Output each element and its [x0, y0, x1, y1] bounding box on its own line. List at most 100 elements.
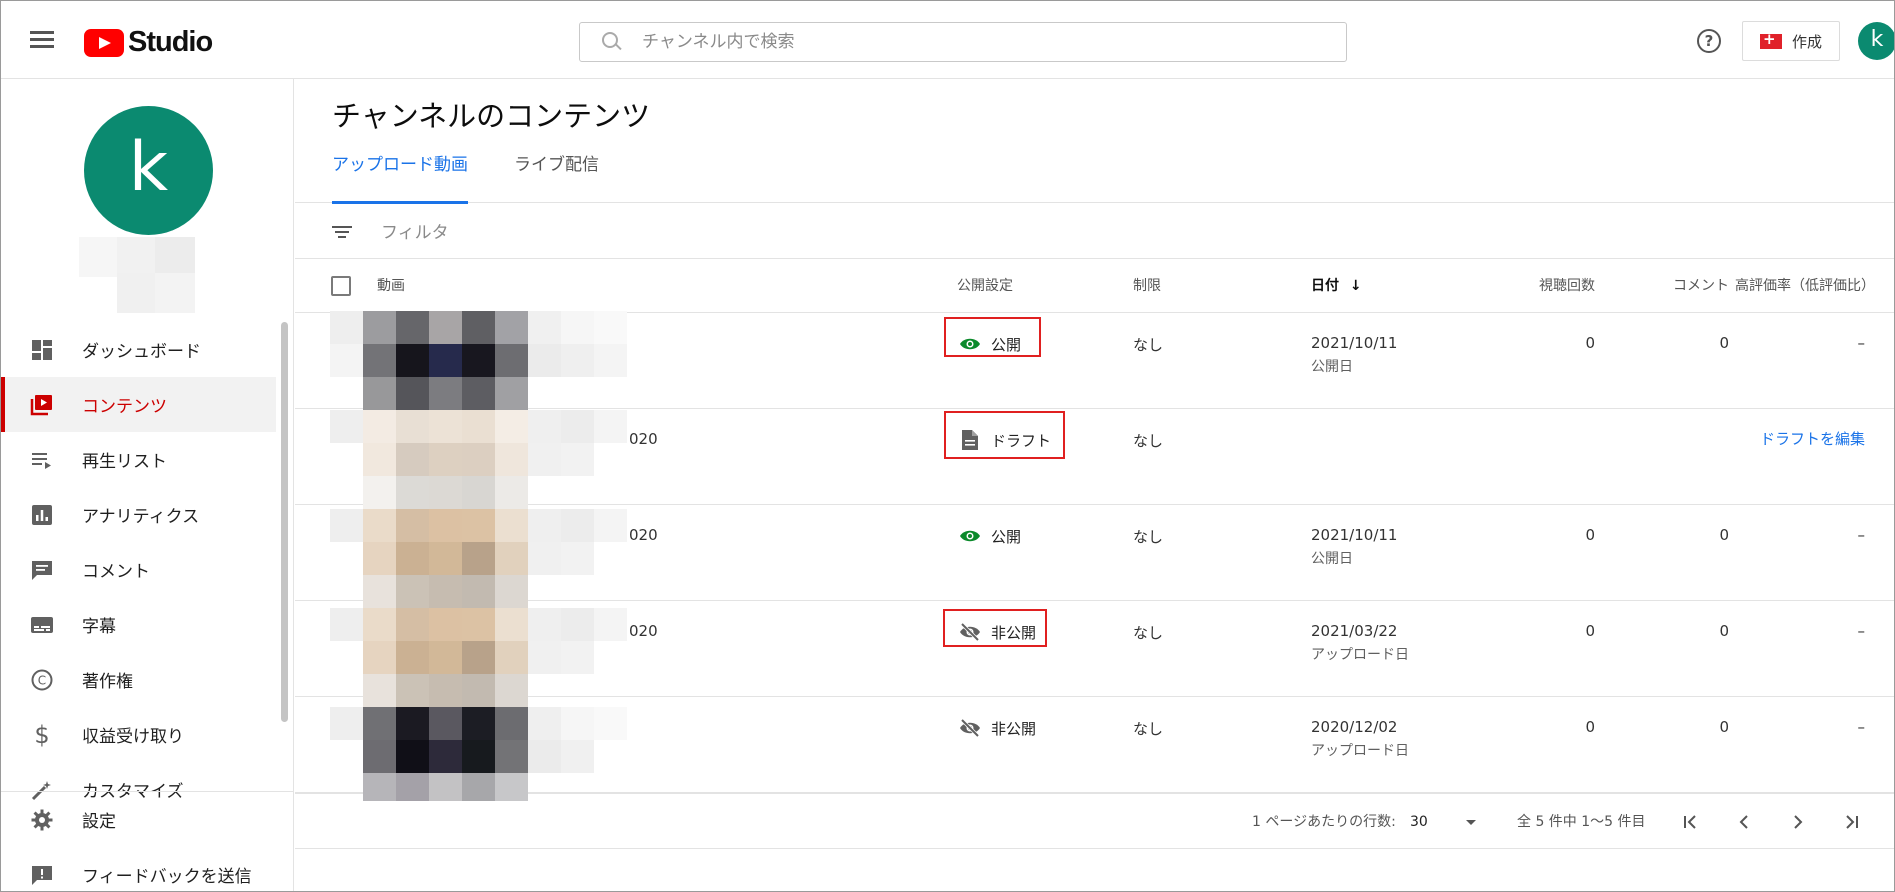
- app-window: Studio ? 作成 k k ダッシュボード: [0, 0, 1895, 892]
- rows-per-page-select[interactable]: 30: [1410, 794, 1485, 850]
- filter-input[interactable]: フィルタ: [381, 218, 449, 243]
- chevron-down-icon: [1466, 820, 1476, 825]
- sidebar-item-label: コメント: [82, 562, 150, 582]
- rows-per-page-value: 30: [1410, 814, 1428, 830]
- hamburger-menu-icon[interactable]: [27, 27, 57, 53]
- youtube-studio-logo[interactable]: Studio: [84, 26, 213, 59]
- page-range: 全 5 件中 1～5 件目: [1517, 814, 1646, 830]
- views-value: 0: [1585, 622, 1595, 640]
- comments-value: 0: [1719, 622, 1729, 640]
- previous-page-icon[interactable]: [1734, 812, 1754, 832]
- highlight-box: [944, 317, 1041, 357]
- sidebar-item-comments[interactable]: コメント: [1, 542, 276, 597]
- sidebar-item-playlists[interactable]: 再生リスト: [1, 432, 276, 487]
- sidebar-bottom: 設定 フィードバックを送信: [1, 791, 294, 891]
- restriction-value: なし: [1133, 624, 1164, 642]
- search-icon: [598, 22, 638, 62]
- likes-value: –: [1857, 718, 1866, 736]
- gear-icon: [30, 808, 54, 832]
- sidebar-item-label: コンテンツ: [82, 397, 167, 417]
- table-header: 動画 公開設定 制限 日付 ↓ 視聴回数 コメント 高評価率（低評価比）: [295, 259, 1894, 313]
- column-likes[interactable]: 高評価率（低評価比）: [1735, 259, 1875, 313]
- next-page-icon[interactable]: [1788, 812, 1808, 832]
- likes-value: –: [1857, 334, 1866, 352]
- sidebar-item-earn[interactable]: $ 収益受け取り: [1, 707, 276, 762]
- sidebar-item-copyright[interactable]: C 著作権: [1, 652, 276, 707]
- visibility-label: 公開: [991, 527, 1022, 546]
- sidebar-item-dashboard[interactable]: ダッシュボード: [1, 322, 276, 377]
- help-icon[interactable]: ?: [1697, 29, 1721, 53]
- visibility-label: 非公開: [991, 719, 1037, 738]
- column-comments[interactable]: コメント: [1639, 259, 1729, 313]
- views-value: 0: [1585, 334, 1595, 352]
- edit-draft-link[interactable]: ドラフトを編集: [1645, 428, 1865, 449]
- highlight-box: [943, 609, 1047, 647]
- account-avatar[interactable]: k: [1858, 22, 1894, 60]
- comments-value: 0: [1719, 334, 1729, 352]
- playlist-icon: [30, 448, 54, 472]
- rows-per-page-label: 1 ページあたりの行数:: [1252, 814, 1396, 830]
- sidebar-item-settings[interactable]: 設定: [1, 792, 294, 847]
- date-value: 2021/03/22: [1311, 622, 1398, 640]
- dollar-icon: $: [34, 720, 50, 749]
- visibility-status[interactable]: 公開: [959, 525, 1021, 547]
- restriction-value: なし: [1133, 336, 1164, 354]
- column-restrictions[interactable]: 制限: [1133, 259, 1161, 313]
- sidebar-item-feedback[interactable]: フィードバックを送信: [1, 847, 294, 891]
- column-views[interactable]: 視聴回数: [1507, 259, 1595, 313]
- column-date[interactable]: 日付 ↓: [1311, 259, 1362, 313]
- sidebar-scrollbar[interactable]: [281, 322, 288, 722]
- channel-avatar[interactable]: k: [84, 106, 213, 235]
- search-input[interactable]: [642, 32, 1322, 52]
- sidebar-item-label: ダッシュボード: [82, 342, 201, 362]
- sidebar-item-label: 再生リスト: [82, 452, 167, 472]
- date-value: 2021/10/11: [1311, 526, 1398, 544]
- feedback-icon: [30, 863, 54, 887]
- visibility-status[interactable]: 非公開: [959, 717, 1036, 739]
- video-thumbnails-redacted: [330, 311, 636, 801]
- last-page-icon[interactable]: [1842, 812, 1862, 832]
- search-bar[interactable]: [579, 22, 1347, 62]
- sidebar-item-analytics[interactable]: アナリティクス: [1, 487, 276, 542]
- column-date-label: 日付: [1311, 278, 1339, 294]
- dashboard-icon: [30, 338, 54, 362]
- sidebar-item-label: アナリティクス: [82, 507, 200, 527]
- sidebar-item-label: 収益受け取り: [82, 727, 184, 747]
- create-label: 作成: [1791, 32, 1822, 51]
- sidebar-item-subtitles[interactable]: 字幕: [1, 597, 276, 652]
- tab-live[interactable]: ライブ配信: [514, 151, 599, 203]
- sidebar-item-content[interactable]: コンテンツ: [1, 377, 276, 432]
- restriction-value: なし: [1133, 720, 1164, 738]
- create-video-icon: [1759, 30, 1782, 49]
- first-page-icon[interactable]: [1680, 812, 1700, 832]
- column-visibility[interactable]: 公開設定: [957, 259, 1013, 313]
- eye-off-icon: [959, 717, 981, 739]
- sidebar-item-label: 字幕: [82, 617, 116, 637]
- sidebar-item-label: 設定: [82, 812, 116, 832]
- youtube-play-icon: [84, 28, 124, 57]
- sidebar-item-label: フィードバックを送信: [82, 867, 252, 887]
- filter-bar: フィルタ: [295, 203, 1894, 259]
- logo-text: Studio: [128, 26, 213, 58]
- comments-value: 0: [1719, 718, 1729, 736]
- page-title: チャンネルのコンテンツ: [332, 99, 651, 133]
- content-icon: [30, 393, 54, 417]
- create-button[interactable]: 作成: [1742, 21, 1840, 61]
- date-type: アップロード日: [1311, 647, 1409, 663]
- copyright-icon: C: [30, 668, 54, 692]
- views-value: 0: [1585, 718, 1595, 736]
- date-value: 2020/12/02: [1311, 718, 1398, 736]
- likes-value: –: [1857, 526, 1866, 544]
- select-all-checkbox[interactable]: [331, 276, 351, 296]
- date-type: アップロード日: [1311, 743, 1409, 759]
- pagination-bar: 1 ページあたりの行数: 30 全 5 件中 1～5 件目: [295, 793, 1894, 850]
- date-value: 2021/10/11: [1311, 334, 1398, 352]
- eye-icon: [959, 525, 981, 547]
- views-value: 0: [1585, 526, 1595, 544]
- tab-uploads[interactable]: アップロード動画: [332, 151, 468, 204]
- column-video: 動画: [377, 278, 405, 294]
- subtitles-icon: [30, 613, 54, 637]
- filter-icon[interactable]: [331, 223, 353, 239]
- analytics-icon: [30, 503, 54, 527]
- comment-icon: [30, 558, 54, 582]
